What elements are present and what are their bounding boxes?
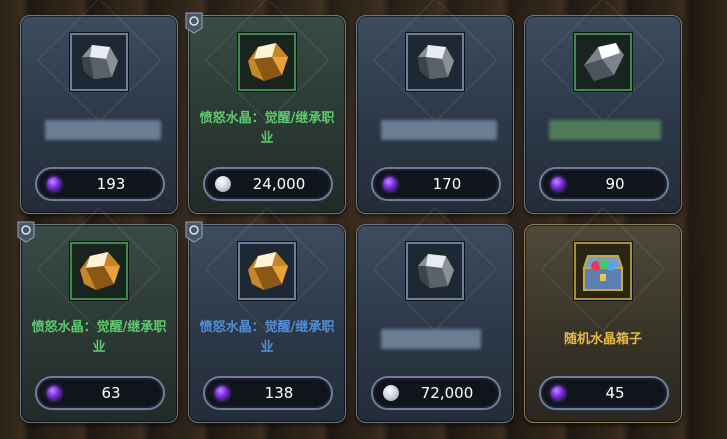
gold-crystal-icon — [70, 242, 128, 300]
price-button[interactable]: 24,000 — [203, 167, 333, 201]
price-amount: 138 — [264, 384, 294, 402]
treasure-chest-icon — [574, 242, 632, 300]
silver-crystal-icon — [70, 33, 128, 91]
purple-gem-icon — [215, 386, 229, 400]
blurred-item-name — [549, 120, 661, 140]
equipment-badge-icon — [185, 12, 203, 34]
equipment-badge-icon — [17, 221, 35, 243]
shop-item-card[interactable]: 随机水晶箱子 45 — [524, 206, 682, 423]
shop-item-card[interactable]: 193 — [20, 0, 178, 214]
purple-gem-icon — [551, 177, 565, 191]
shop-item-grid: 193 愤怒水晶：觉醒/继承职业 24,000 170 90 愤怒水晶：觉醒/继… — [17, 0, 688, 425]
purple-gem-icon — [47, 177, 61, 191]
price-amount: 90 — [605, 175, 625, 193]
silver-coin-icon — [215, 176, 231, 192]
white-crystal-icon — [574, 33, 632, 91]
shop-item-card[interactable]: 90 — [524, 0, 682, 214]
blurred-item-name — [381, 329, 481, 349]
shop-item-card[interactable]: 170 — [356, 0, 514, 214]
purple-gem-icon — [383, 177, 397, 191]
silver-crystal-icon — [406, 242, 464, 300]
gold-crystal-icon — [238, 242, 296, 300]
silver-crystal-icon — [406, 33, 464, 91]
item-name: 愤怒水晶：觉醒/继承职业 — [199, 320, 335, 355]
price-amount: 24,000 — [252, 175, 306, 193]
price-amount: 45 — [605, 384, 625, 402]
price-amount: 170 — [432, 175, 462, 193]
purple-gem-icon — [47, 386, 61, 400]
equipment-badge-icon — [185, 221, 203, 243]
price-button[interactable]: 193 — [35, 167, 165, 201]
price-button[interactable]: 63 — [35, 376, 165, 410]
price-button[interactable]: 90 — [539, 167, 669, 201]
shop-item-card[interactable]: 72,000 — [356, 206, 514, 423]
price-button[interactable]: 170 — [371, 167, 501, 201]
shop-item-card[interactable]: 愤怒水晶：觉醒/继承职业 63 — [17, 206, 178, 423]
shop-item-card[interactable]: 愤怒水晶：觉醒/继承职业 138 — [185, 206, 346, 423]
purple-gem-icon — [551, 386, 565, 400]
item-name: 愤怒水晶：觉醒/继承职业 — [199, 111, 335, 146]
price-amount: 193 — [96, 175, 126, 193]
shop-item-card[interactable]: 愤怒水晶：觉醒/继承职业 24,000 — [185, 0, 346, 214]
price-amount: 72,000 — [420, 384, 474, 402]
blurred-item-name — [381, 120, 497, 140]
gold-crystal-icon — [238, 33, 296, 91]
price-button[interactable]: 138 — [203, 376, 333, 410]
price-button[interactable]: 45 — [539, 376, 669, 410]
silver-coin-icon — [383, 385, 399, 401]
blurred-item-name — [45, 120, 161, 140]
price-button[interactable]: 72,000 — [371, 376, 501, 410]
item-name: 随机水晶箱子 — [563, 332, 642, 347]
item-name: 愤怒水晶：觉醒/继承职业 — [31, 320, 167, 355]
price-amount: 63 — [101, 384, 121, 402]
